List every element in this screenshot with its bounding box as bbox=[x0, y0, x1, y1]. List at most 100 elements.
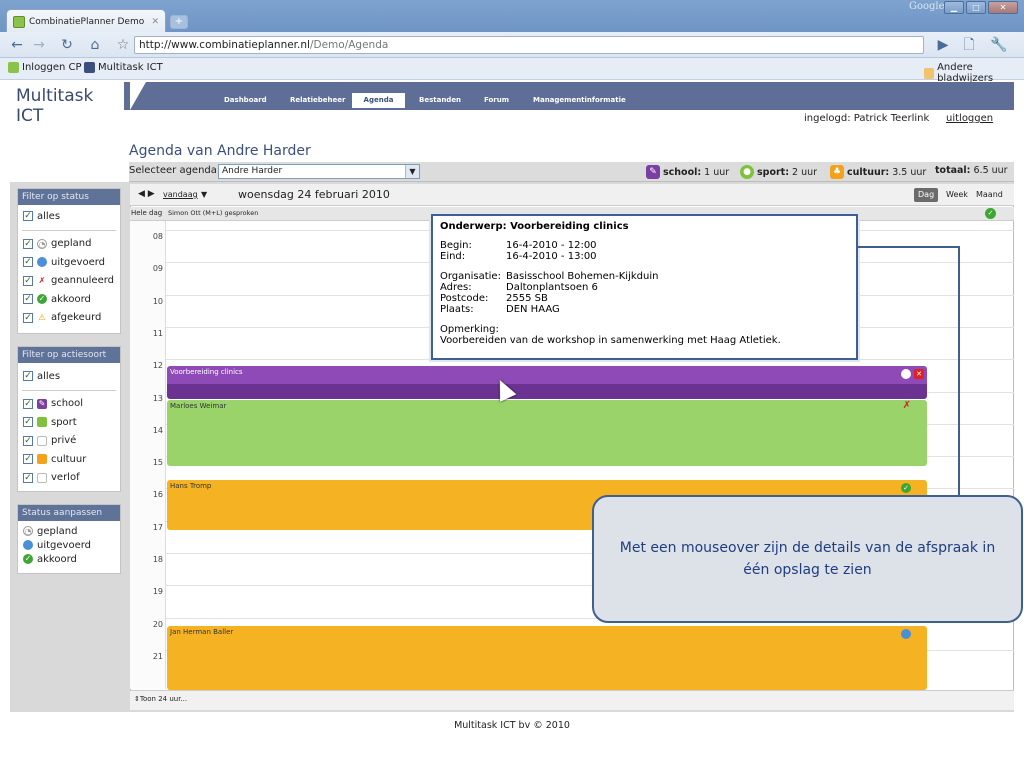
bookmark-label: Multitask ICT bbox=[98, 62, 163, 73]
nav-agenda[interactable]: Agenda bbox=[352, 93, 405, 108]
minimize-button[interactable]: ▁ bbox=[944, 1, 964, 14]
close-window-button[interactable]: ✕ bbox=[988, 1, 1018, 14]
status-adjust-title: Status aanpassen bbox=[18, 505, 120, 521]
status-filter-geannuleerd[interactable]: ✓ ✗ geannuleerd bbox=[18, 272, 120, 291]
bookmark-label: Inloggen CP bbox=[22, 62, 82, 73]
wrench-icon[interactable]: 🔧 bbox=[990, 36, 1008, 54]
logout-link[interactable]: uitloggen bbox=[946, 113, 993, 124]
checkbox[interactable]: ✓ bbox=[23, 238, 33, 249]
sport-icon: ● bbox=[740, 165, 754, 179]
bookmark-multitask[interactable]: Multitask ICT bbox=[84, 62, 163, 73]
new-tab-button[interactable]: + bbox=[170, 15, 188, 29]
view-day-button[interactable]: Dag bbox=[914, 188, 939, 202]
globe-icon bbox=[901, 629, 911, 639]
tooltip-key: Plaats: bbox=[440, 304, 474, 315]
adjust-akkoord[interactable]: ✓ akkoord bbox=[18, 552, 120, 566]
nav-dashboard[interactable]: Dashboard bbox=[220, 93, 271, 108]
status-filter-gepland[interactable]: ✓ ◔ gepland bbox=[18, 235, 120, 254]
date-dropdown-icon[interactable]: ▼ bbox=[201, 190, 207, 199]
checkbox[interactable]: ✓ bbox=[23, 294, 33, 305]
adjust-label: akkoord bbox=[37, 553, 77, 565]
status-filter-afgekeurd[interactable]: ✓ ⚠ afgekeurd bbox=[18, 309, 120, 328]
hour-label: 09 bbox=[152, 264, 163, 274]
filter-label: verlof bbox=[51, 472, 80, 484]
close-tab-icon[interactable]: ✕ bbox=[151, 17, 159, 27]
status-filter-akkoord[interactable]: ✓ ✓ akkoord bbox=[18, 290, 120, 309]
url-main: http://www.combinatieplanner.nl bbox=[139, 39, 310, 51]
hour-label: 11 bbox=[152, 328, 163, 338]
back-arrow-icon[interactable]: ← bbox=[8, 36, 26, 54]
filter-label: cultuur bbox=[51, 453, 87, 465]
checkbox[interactable]: ✓ bbox=[23, 211, 33, 222]
prev-next-arrows-icon[interactable]: ◀ ▶ bbox=[138, 189, 155, 199]
view-month-button[interactable]: Maand bbox=[972, 188, 1007, 202]
today-link[interactable]: vandaag bbox=[163, 190, 198, 199]
filter-label: sport bbox=[51, 416, 77, 428]
select-agenda-label: Selecteer agenda: bbox=[129, 165, 221, 176]
legend-value: 2 uur bbox=[792, 166, 818, 178]
reload-icon[interactable]: ↻ bbox=[58, 36, 76, 54]
forward-arrow-icon[interactable]: → bbox=[30, 36, 48, 54]
filter-label: geannuleerd bbox=[51, 275, 115, 287]
hour-label: 10 bbox=[152, 296, 163, 306]
event-jan-herman-baller[interactable]: Jan Herman Baller bbox=[167, 626, 927, 690]
school-icon: ✎ bbox=[37, 398, 47, 409]
tooltip-key: Adres: bbox=[440, 282, 472, 293]
nav-bestanden[interactable]: Bestanden bbox=[415, 93, 465, 108]
delete-icon[interactable]: ✕ bbox=[914, 369, 924, 379]
status-filter-all[interactable]: ✓ alles bbox=[18, 207, 120, 226]
event-voorbereiding-clinics[interactable]: Voorbereiding clinics ✕ bbox=[167, 366, 927, 399]
legend-label: school: bbox=[663, 166, 702, 178]
hour-label: 17 bbox=[152, 522, 163, 532]
hour-label: 19 bbox=[152, 587, 163, 597]
filter-label: alles bbox=[37, 370, 61, 382]
action-filter-school[interactable]: ✓ ✎ school bbox=[18, 395, 120, 414]
hour-label: 18 bbox=[152, 555, 163, 564]
nav-managementinformatie[interactable]: Managementinformatie bbox=[529, 93, 630, 108]
action-filter-cultuur[interactable]: ✓ cultuur bbox=[18, 450, 120, 469]
filter-label: school bbox=[51, 398, 84, 410]
nav-relatiebeheer[interactable]: Relatiebeheer bbox=[286, 93, 349, 108]
allday-event[interactable]: Simon Ott (M+L) gesproken bbox=[168, 209, 258, 217]
google-label: Google bbox=[909, 1, 945, 12]
action-filter-sport[interactable]: ✓ sport bbox=[18, 413, 120, 432]
action-filter-verlof[interactable]: ✓ verlof bbox=[18, 469, 120, 488]
nav-forum[interactable]: Forum bbox=[480, 93, 513, 108]
adjust-gepland[interactable]: ◔ gepland bbox=[18, 524, 120, 538]
globe-icon bbox=[37, 257, 47, 268]
checkbox[interactable]: ✓ bbox=[23, 312, 33, 323]
maximize-button[interactable]: □ bbox=[966, 1, 986, 14]
checkbox[interactable]: ✓ bbox=[23, 371, 33, 382]
star-icon[interactable]: ☆ bbox=[114, 36, 132, 54]
filter-label: akkoord bbox=[51, 293, 91, 305]
play-icon[interactable]: ▶ bbox=[934, 36, 952, 54]
adjust-uitgevoerd[interactable]: uitgevoerd bbox=[18, 538, 120, 552]
address-bar[interactable]: http://www.combinatieplanner.nl/Demo/Age… bbox=[134, 36, 924, 54]
clock-icon bbox=[901, 369, 911, 379]
bookmark-inloggen[interactable]: Inloggen CP bbox=[8, 62, 82, 73]
status-filter-uitgevoerd[interactable]: ✓ uitgevoerd bbox=[18, 253, 120, 272]
checkbox[interactable]: ✓ bbox=[23, 398, 33, 409]
other-bookmarks[interactable]: Andere bladwijzers bbox=[924, 62, 1024, 84]
checkbox[interactable]: ✓ bbox=[23, 275, 33, 286]
checkbox[interactable]: ✓ bbox=[23, 417, 33, 428]
action-filter-prive[interactable]: ✓ privé bbox=[18, 432, 120, 451]
event-marloes-weimar[interactable]: Marloes Weimar ✗ bbox=[167, 400, 927, 466]
home-icon[interactable]: ⌂ bbox=[86, 36, 104, 54]
checkbox[interactable]: ✓ bbox=[23, 454, 33, 465]
checkbox[interactable]: ✓ bbox=[23, 257, 33, 268]
url-path: /Demo/Agenda bbox=[309, 39, 389, 51]
logged-in-user: ingelogd: Patrick Teerlink bbox=[804, 113, 930, 124]
hour-label: 14 bbox=[152, 425, 163, 435]
page-menu-icon[interactable]: 🗋 bbox=[960, 36, 978, 54]
total-value: 6.5 uur bbox=[973, 165, 1008, 176]
checkbox[interactable]: ✓ bbox=[23, 435, 33, 446]
agenda-select-value: Andre Harder bbox=[222, 166, 283, 176]
view-week-button[interactable]: Week bbox=[942, 188, 972, 202]
show-24h-link[interactable]: ⇕Toon 24 uur... bbox=[130, 690, 1014, 710]
checkbox[interactable]: ✓ bbox=[23, 472, 33, 483]
agenda-select[interactable]: Andre Harder ▼ bbox=[218, 164, 420, 179]
action-filter-all[interactable]: ✓ alles bbox=[18, 367, 120, 386]
browser-tab[interactable]: CombinatiePlanner Demo - ... ✕ bbox=[6, 9, 166, 33]
hour-label: 12 bbox=[152, 361, 163, 371]
